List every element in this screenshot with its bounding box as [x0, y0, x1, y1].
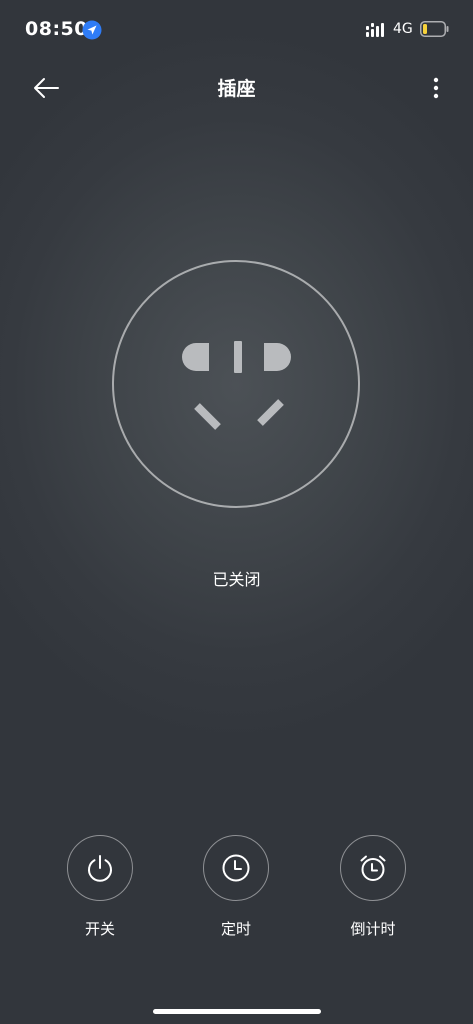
- clock-icon: [222, 854, 250, 882]
- schedule-label: 定时: [220, 920, 251, 938]
- socket-icon: [112, 260, 360, 508]
- home-indicator[interactable]: [153, 1009, 321, 1014]
- power-label: 开关: [84, 920, 115, 938]
- schedule-button[interactable]: 定时: [191, 835, 281, 939]
- status-bar: 08:50 4G: [0, 0, 473, 60]
- countdown-button[interactable]: 倒计时: [328, 835, 418, 939]
- network-type: 4G: [393, 21, 413, 37]
- countdown-button-circle[interactable]: [340, 835, 406, 901]
- power-icon: [88, 855, 112, 882]
- power-button[interactable]: 开关: [55, 835, 145, 939]
- status-time: 08:50: [25, 18, 88, 40]
- schedule-button-circle[interactable]: [203, 835, 269, 901]
- page-title: 插座: [217, 78, 256, 100]
- socket-toggle[interactable]: [111, 260, 361, 508]
- more-vertical-icon: [433, 77, 439, 99]
- battery-low-icon: [420, 21, 450, 37]
- power-button-circle[interactable]: [67, 835, 133, 901]
- more-button[interactable]: [420, 70, 452, 106]
- countdown-label: 倒计时: [350, 920, 396, 938]
- location-arrow-icon: [82, 20, 102, 40]
- alarm-clock-icon: [360, 855, 386, 881]
- socket-status: 已关闭: [212, 570, 261, 589]
- signal-icon: [366, 22, 388, 38]
